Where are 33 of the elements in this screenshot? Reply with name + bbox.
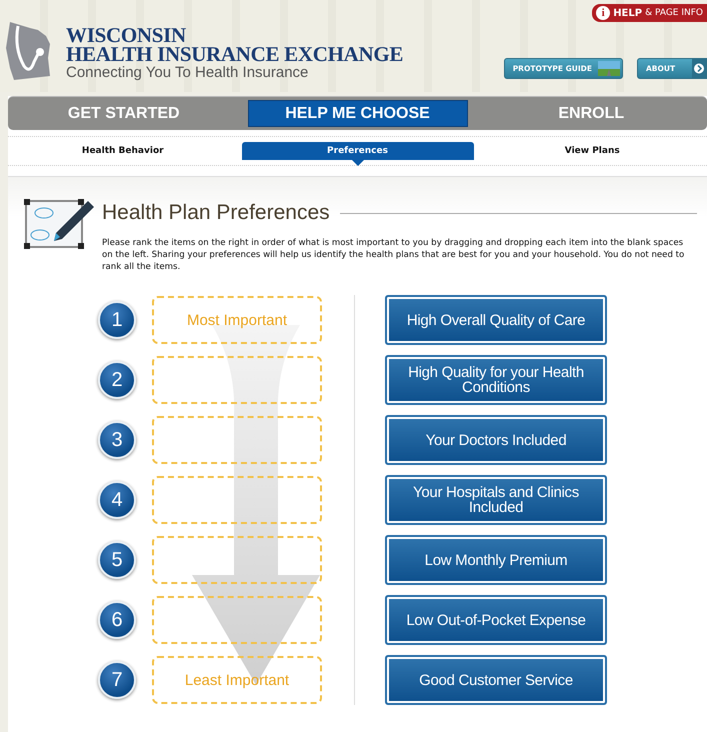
substep-tab[interactable]: Preferences [242, 142, 474, 166]
site-title: HEALTH INSURANCE EXCHANGE [66, 45, 404, 64]
site-title: WISCONSIN [66, 26, 187, 45]
tagline: Connecting You To Health Insurance [66, 64, 310, 82]
step-tab[interactable]: GET STARTED [8, 100, 240, 127]
road-landscape-icon [598, 61, 620, 76]
substep-tab[interactable]: Health Behavior [8, 142, 238, 160]
preference-item[interactable]: Good Customer Service [385, 655, 607, 705]
rank-number: 5 [98, 541, 136, 579]
substep-tab[interactable]: View Plans [478, 142, 707, 160]
rank-number: 1 [98, 301, 136, 339]
rank-number: 4 [98, 481, 136, 519]
rank-number: 3 [98, 421, 136, 459]
drop-slot[interactable] [152, 596, 322, 644]
preference-item[interactable]: Low Out-of-Pocket Expense [385, 595, 607, 645]
section-title: Health Plan Preferences [102, 201, 330, 225]
rank-number: 6 [98, 601, 136, 639]
instructions: Please rank the items on the right in order of what is most important to you by dragging and dropping each item into the blank spaces on the left. Sharing your preferences will help us identify the health plans that are best for you and your household. You do not need to rank all the items. [102, 237, 686, 273]
help-link[interactable]: i HELP & PAGE INFO [592, 4, 707, 22]
drop-slot[interactable] [152, 416, 322, 464]
step-tab[interactable]: ENROLL [476, 100, 707, 127]
rank-number: 2 [98, 361, 136, 399]
preference-item[interactable]: High Overall Quality of Care [385, 295, 607, 345]
preference-item[interactable]: Low Monthly Premium [385, 535, 607, 585]
drop-slot[interactable] [152, 356, 322, 404]
step-tab[interactable]: HELP ME CHOOSE [248, 100, 468, 127]
rank-number: 7 [98, 661, 136, 699]
drop-slot[interactable] [152, 536, 322, 584]
preference-item[interactable]: Your Hospitals and Clinics Included [385, 475, 607, 525]
drop-slot[interactable] [152, 476, 322, 524]
arrow-right-icon [692, 59, 706, 78]
preference-item[interactable]: High Quality for your Health Conditions [385, 355, 607, 405]
preference-item[interactable]: Your Doctors Included [385, 415, 607, 465]
